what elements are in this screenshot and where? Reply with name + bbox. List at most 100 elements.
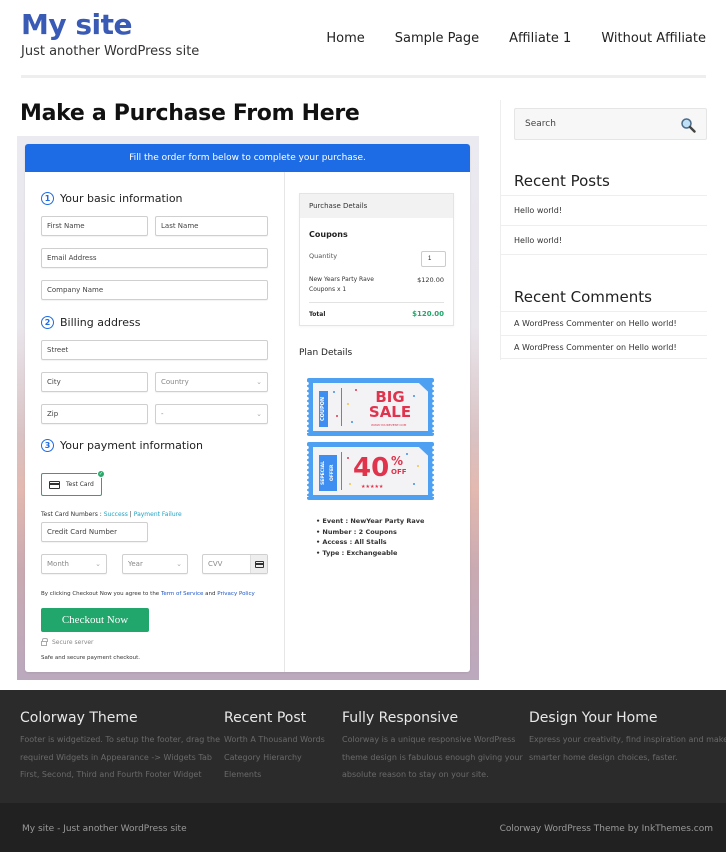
- section-basic-label: Your basic information: [60, 192, 183, 205]
- recent-comment-link[interactable]: A WordPress Commenter on Hello world!: [501, 311, 707, 335]
- zip-input[interactable]: Zip: [41, 404, 148, 424]
- plan-item: Type : Exchangeable: [316, 548, 424, 559]
- search-placeholder: Search: [525, 119, 556, 129]
- main-nav: Home Sample Page Affiliate 1 Without Aff…: [296, 31, 706, 46]
- quantity-label: Quantity: [309, 252, 338, 260]
- coupon-off-text: OFF: [391, 468, 407, 476]
- chevron-down-icon: ⌄: [256, 410, 262, 418]
- plan-item: Number : 2 Coupons: [316, 527, 424, 538]
- order-form: 1 Your basic information First Name Last…: [25, 172, 285, 672]
- secure-server: Secure server: [41, 638, 94, 646]
- state-select[interactable]: - ⌄: [155, 404, 268, 424]
- footer-text-line: Colorway is a unique responsive WordPres…: [342, 735, 516, 744]
- secure-server-label: Secure server: [52, 639, 94, 646]
- footer-post-link[interactable]: Category Hierarchy: [224, 749, 325, 767]
- footer-col-title: Colorway Theme: [20, 710, 138, 726]
- country-select-value: Country: [161, 378, 189, 386]
- footer-col-title: Design Your Home: [529, 710, 658, 726]
- section-basic-info: 1 Your basic information: [41, 192, 183, 205]
- nav-sample-page[interactable]: Sample Page: [395, 31, 479, 46]
- cvv-input[interactable]: CVV: [202, 554, 268, 574]
- last-name-input[interactable]: Last Name: [155, 216, 268, 236]
- line-item-name: New Years Party Rave: [309, 276, 374, 283]
- section-billing: 2 Billing address: [41, 316, 140, 329]
- footer-col-recent-post: Recent Post Worth A Thousand Words Categ…: [224, 710, 325, 784]
- footer-col-title: Fully Responsive: [342, 710, 459, 726]
- search-input[interactable]: Search: [514, 108, 707, 140]
- footer-theme-credit[interactable]: Colorway WordPress Theme by InkThemes.co…: [500, 824, 713, 834]
- plan-details-title: Plan Details: [299, 348, 353, 358]
- checkout-banner: Fill the order form below to complete yo…: [25, 144, 470, 172]
- footer-text-line: absolute reason to stay on your site.: [342, 770, 489, 779]
- quantity-input[interactable]: 1: [421, 251, 446, 267]
- cvv-placeholder: CVV: [208, 560, 223, 568]
- footer-post-link[interactable]: Elements: [224, 766, 325, 784]
- success-link[interactable]: Success: [104, 511, 128, 518]
- terms-prefix: By clicking Checkout Now you agree to th…: [41, 591, 161, 597]
- product-name: Coupons: [309, 230, 348, 239]
- year-select[interactable]: Year ⌄: [122, 554, 188, 574]
- card-number-input[interactable]: Credit Card Number: [41, 522, 148, 542]
- footer-text-line: smarter home design choices, faster.: [529, 752, 678, 762]
- plan-item: Event : NewYear Party Rave: [316, 516, 424, 527]
- search-icon[interactable]: [680, 117, 696, 133]
- coupon-tab-label: SEPECIAL OFFER: [319, 455, 337, 491]
- terms-of-service-link[interactable]: Term of Service: [161, 591, 203, 597]
- footer-text-line: First, Second, Third and Fourth Footer W…: [20, 770, 202, 779]
- country-select[interactable]: Country ⌄: [155, 372, 268, 392]
- check-icon: ✓: [97, 470, 105, 478]
- line-item-qty: Coupons x 1: [309, 286, 347, 293]
- divider: [309, 302, 444, 303]
- coupon-url: WWW.YOUREVENT.COM: [371, 423, 407, 427]
- plan-details-list: Event : NewYear Party Rave Number : 2 Co…: [316, 516, 424, 558]
- section-billing-label: Billing address: [60, 316, 141, 329]
- footer-site-credit: My site - Just another WordPress site: [22, 824, 187, 834]
- city-input[interactable]: City: [41, 372, 148, 392]
- section-payment-label: Your payment information: [60, 439, 203, 452]
- year-select-value: Year: [128, 560, 143, 568]
- month-select[interactable]: Month ⌄: [41, 554, 107, 574]
- coupon-stars: ★★★★★: [361, 484, 384, 490]
- checkout-card: Fill the order form below to complete yo…: [25, 144, 470, 672]
- footer-text-line: Express your creativity, find inspiratio…: [529, 735, 726, 744]
- lock-icon: [41, 638, 48, 646]
- purchase-details-box: Purchase Details Coupons Quantity 1 New …: [299, 193, 454, 326]
- order-summary: Purchase Details Coupons Quantity 1 New …: [286, 172, 470, 672]
- checkout-now-button[interactable]: Checkout Now: [41, 608, 149, 632]
- recent-post-link[interactable]: Hello world!: [501, 195, 707, 225]
- step-3-icon: 3: [41, 439, 54, 452]
- step-1-icon: 1: [41, 192, 54, 205]
- header-divider: [21, 75, 706, 78]
- total-value: $120.00: [412, 310, 444, 318]
- footer-post-link[interactable]: Worth A Thousand Words: [224, 731, 325, 749]
- payment-method-test-card[interactable]: Test Card ✓: [41, 470, 105, 496]
- email-input[interactable]: Email Address: [41, 248, 268, 268]
- total-label: Total: [309, 311, 326, 318]
- terms-text: By clicking Checkout Now you agree to th…: [41, 591, 255, 597]
- chevron-down-icon: ⌄: [176, 560, 182, 568]
- footer-text-line: theme design is fabulous enough giving y…: [342, 752, 523, 762]
- recent-comments-title: Recent Comments: [514, 288, 652, 306]
- footer-text-line: required Widgets in Appearance -> Widget…: [20, 752, 212, 762]
- payment-failure-link[interactable]: Payment Failure: [134, 511, 182, 518]
- first-name-input[interactable]: First Name: [41, 216, 148, 236]
- recent-post-link[interactable]: Hello world!: [501, 225, 707, 255]
- nav-without-affiliate[interactable]: Without Affiliate: [601, 31, 706, 46]
- coupon-tab-label: COUPON: [319, 391, 328, 427]
- nav-home[interactable]: Home: [326, 31, 364, 46]
- footer-col-design: Design Your Home Express your creativity…: [529, 710, 726, 766]
- recent-comment-link[interactable]: A WordPress Commenter on Hello world!: [501, 335, 707, 359]
- site-title[interactable]: My site: [21, 8, 133, 41]
- privacy-policy-link[interactable]: Privacy Policy: [217, 591, 254, 597]
- recent-posts-title: Recent Posts: [514, 172, 610, 190]
- payment-method-label: Test Card: [66, 481, 94, 488]
- coupon-40-off-image: SEPECIAL OFFER 40 % OFF ★★★★★: [305, 442, 436, 500]
- street-input[interactable]: Street: [41, 340, 268, 360]
- company-input[interactable]: Company Name: [41, 280, 268, 300]
- page-title: Make a Purchase From Here: [20, 101, 360, 126]
- nav-affiliate-1[interactable]: Affiliate 1: [509, 31, 571, 46]
- checkout-frame: Fill the order form below to complete yo…: [17, 136, 479, 680]
- footer-col-title: Recent Post: [224, 710, 307, 726]
- step-2-icon: 2: [41, 316, 54, 329]
- safe-checkout-note: Safe and secure payment checkout.: [41, 655, 140, 661]
